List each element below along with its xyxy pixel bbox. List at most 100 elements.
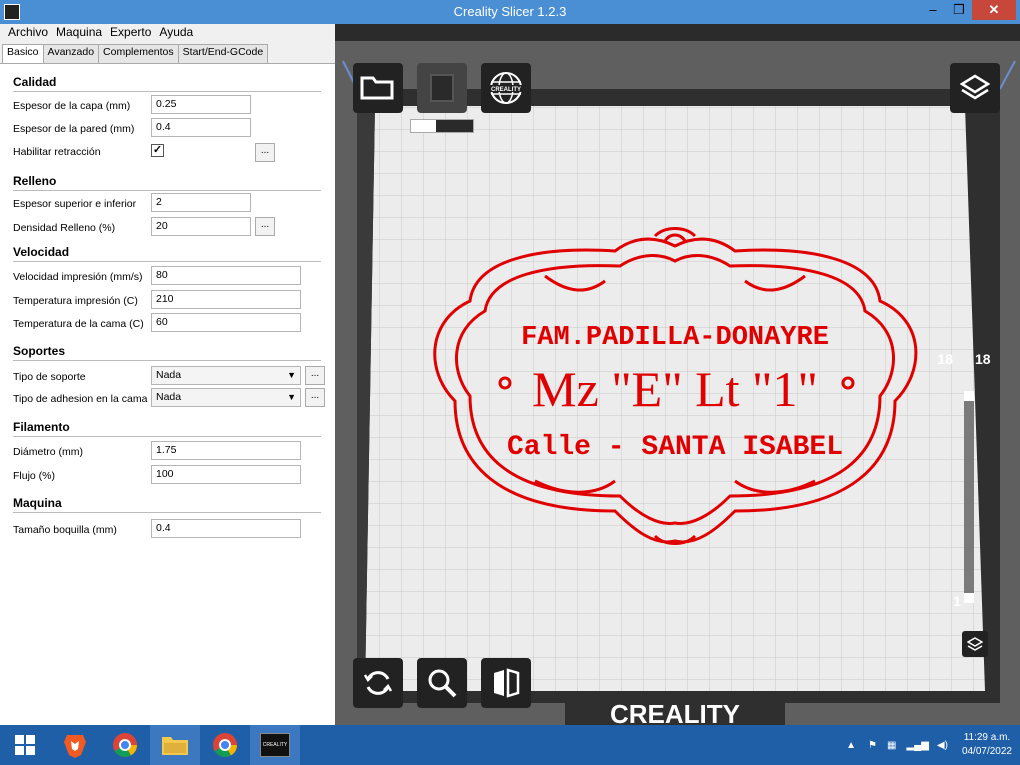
- system-tray: ▲ ⚑ ▦ ▂▄▆ ◀) 11:29 a.m. 04/07/2022: [846, 725, 1012, 765]
- taskbar-chrome[interactable]: [100, 725, 150, 765]
- menu-ayuda[interactable]: Ayuda: [155, 24, 197, 41]
- adhesion-more-button[interactable]: ...: [305, 388, 325, 407]
- network-icon[interactable]: ▦: [887, 740, 896, 751]
- load-progress-fill: [411, 120, 436, 132]
- section-soportes: Soportes: [13, 344, 322, 361]
- model-text-line1: FAM.PADILLA-DONAYRE: [521, 323, 829, 353]
- maximize-button[interactable]: ❐: [946, 0, 972, 20]
- support-type-label: Tipo de soporte: [13, 371, 86, 383]
- support-more-button[interactable]: ...: [305, 366, 325, 385]
- layer-height-label: Espesor de la capa (mm): [13, 100, 131, 112]
- adhesion-select[interactable]: Nada ▼: [151, 388, 301, 407]
- top-bottom-label: Espesor superior e inferior: [13, 198, 137, 210]
- layer-view-small-button[interactable]: [962, 631, 988, 657]
- model-text-line3: Calle - SANTA ISABEL: [507, 432, 843, 463]
- rotate-button[interactable]: [353, 658, 403, 708]
- wall-thickness-input[interactable]: 0.4: [151, 118, 251, 137]
- bed-temp-input[interactable]: 60: [151, 313, 301, 332]
- support-type-select[interactable]: Nada ▼: [151, 366, 301, 385]
- start-button[interactable]: [0, 725, 50, 765]
- sd-card-icon: [430, 74, 454, 102]
- globe-icon: CREALITY: [490, 72, 522, 104]
- settings-tabs: Basico Avanzado Complementos Start/End-G…: [0, 41, 335, 64]
- bed-temp-label: Temperatura de la cama (C): [13, 318, 144, 330]
- retraction-checkbox[interactable]: ✓: [151, 144, 164, 157]
- tab-complementos[interactable]: Complementos: [98, 44, 179, 63]
- clock-time: 11:29 a.m.: [963, 732, 1011, 743]
- windows-logo-icon: [15, 735, 35, 755]
- view-mode-button[interactable]: [950, 63, 1000, 113]
- layer-slider-top-handle: [964, 391, 974, 401]
- infill-more-button[interactable]: ...: [255, 217, 275, 236]
- folder-icon: [162, 737, 188, 755]
- tray-expand-icon[interactable]: ▲: [846, 740, 856, 751]
- close-button[interactable]: ✕: [972, 0, 1016, 20]
- menu-archivo[interactable]: Archivo: [4, 24, 52, 41]
- taskbar-brave[interactable]: [50, 725, 100, 765]
- volume-icon[interactable]: ◀): [937, 740, 948, 751]
- layer-slider-bottom-handle: [964, 593, 974, 603]
- creality-app-icon: CREALITY: [260, 733, 290, 757]
- print-temp-input[interactable]: 210: [151, 290, 301, 309]
- title-bar: Creality Slicer 1.2.3 – ❐ ✕: [0, 0, 1020, 24]
- menu-bar: Archivo Maquina Experto Ayuda: [0, 24, 335, 41]
- diameter-input[interactable]: 1.75: [151, 441, 301, 460]
- creality-brand-text: CREALITY: [610, 699, 740, 725]
- open-file-button[interactable]: [353, 63, 403, 113]
- adhesion-value: Nada: [156, 391, 182, 403]
- layer-height-input[interactable]: 0.25: [151, 95, 251, 114]
- menu-experto[interactable]: Experto: [106, 24, 155, 41]
- signal-icon[interactable]: ▂▄▆: [906, 740, 928, 751]
- retraction-label: Habilitar retracción: [13, 146, 101, 158]
- mirror-icon: [494, 668, 520, 698]
- model-text-line2: Mz "E" Lt "1": [532, 361, 818, 417]
- flag-icon[interactable]: ⚑: [868, 740, 877, 751]
- mirror-button[interactable]: [481, 658, 531, 708]
- wall-thickness-label: Espesor de la pared (mm): [13, 123, 135, 135]
- chevron-down-icon: ▼: [287, 370, 296, 380]
- window-title: Creality Slicer 1.2.3: [453, 4, 567, 19]
- layer-top-label-2: 18: [975, 351, 991, 367]
- infill-label: Densidad Relleno (%): [13, 222, 116, 234]
- layer-slider-track: [964, 391, 974, 603]
- section-filamento: Filamento: [13, 420, 320, 437]
- taskbar-file-explorer[interactable]: [150, 725, 200, 765]
- sd-card-button[interactable]: [417, 63, 467, 113]
- 3d-viewport[interactable]: CREALITY FAM.PADILLA-DONAYRE Mz "E" Lt "…: [335, 41, 1020, 725]
- clock[interactable]: 11:29 a.m. 04/07/2022: [962, 731, 1012, 759]
- folder-icon: [360, 76, 394, 100]
- scale-button[interactable]: [417, 658, 467, 708]
- retraction-more-button[interactable]: ...: [255, 143, 275, 162]
- layer-bottom-label: 1: [953, 593, 961, 609]
- nozzle-size-input[interactable]: 0.4: [151, 519, 301, 538]
- diameter-label: Diámetro (mm): [13, 446, 83, 458]
- adhesion-label: Tipo de adhesion en la cama: [13, 393, 148, 405]
- tab-basico[interactable]: Basico: [2, 44, 44, 64]
- print-speed-label: Velocidad impresión (mm/s): [13, 271, 143, 283]
- tab-start-end-gcode[interactable]: Start/End-GCode: [177, 44, 269, 63]
- tab-avanzado[interactable]: Avanzado: [42, 44, 100, 63]
- minimize-button[interactable]: –: [920, 0, 946, 20]
- section-velocidad: Velocidad: [13, 245, 322, 262]
- chrome-icon: [113, 733, 137, 758]
- brave-lion-icon: [64, 735, 86, 758]
- nozzle-size-label: Tamaño boquilla (mm): [13, 524, 117, 536]
- settings-panel: Calidad Espesor de la capa (mm) 0.25 Esp…: [0, 63, 335, 725]
- section-relleno: Relleno: [13, 174, 324, 191]
- section-calidad: Calidad: [13, 75, 324, 92]
- print-speed-input[interactable]: 80: [151, 266, 301, 285]
- top-bottom-input[interactable]: 2: [151, 193, 251, 212]
- creality-cloud-button[interactable]: CREALITY: [481, 63, 531, 113]
- load-progress-bar: [410, 119, 474, 133]
- rotate-icon: [363, 671, 393, 695]
- globe-logo-text: CREALITY: [491, 87, 521, 93]
- taskbar-chrome-2[interactable]: [200, 725, 250, 765]
- taskbar-creality-slicer[interactable]: CREALITY: [250, 725, 300, 765]
- menu-maquina[interactable]: Maquina: [52, 24, 106, 41]
- chevron-down-icon: ▼: [287, 392, 296, 402]
- flow-input[interactable]: 100: [151, 465, 301, 484]
- infill-input[interactable]: 20: [151, 217, 251, 236]
- taskbar: CREALITY ▲ ⚑ ▦ ▂▄▆ ◀) 11:29 a.m. 04/07/2…: [0, 725, 1020, 765]
- magnifier-icon: [428, 669, 457, 698]
- clock-date: 04/07/2022: [961, 746, 1012, 757]
